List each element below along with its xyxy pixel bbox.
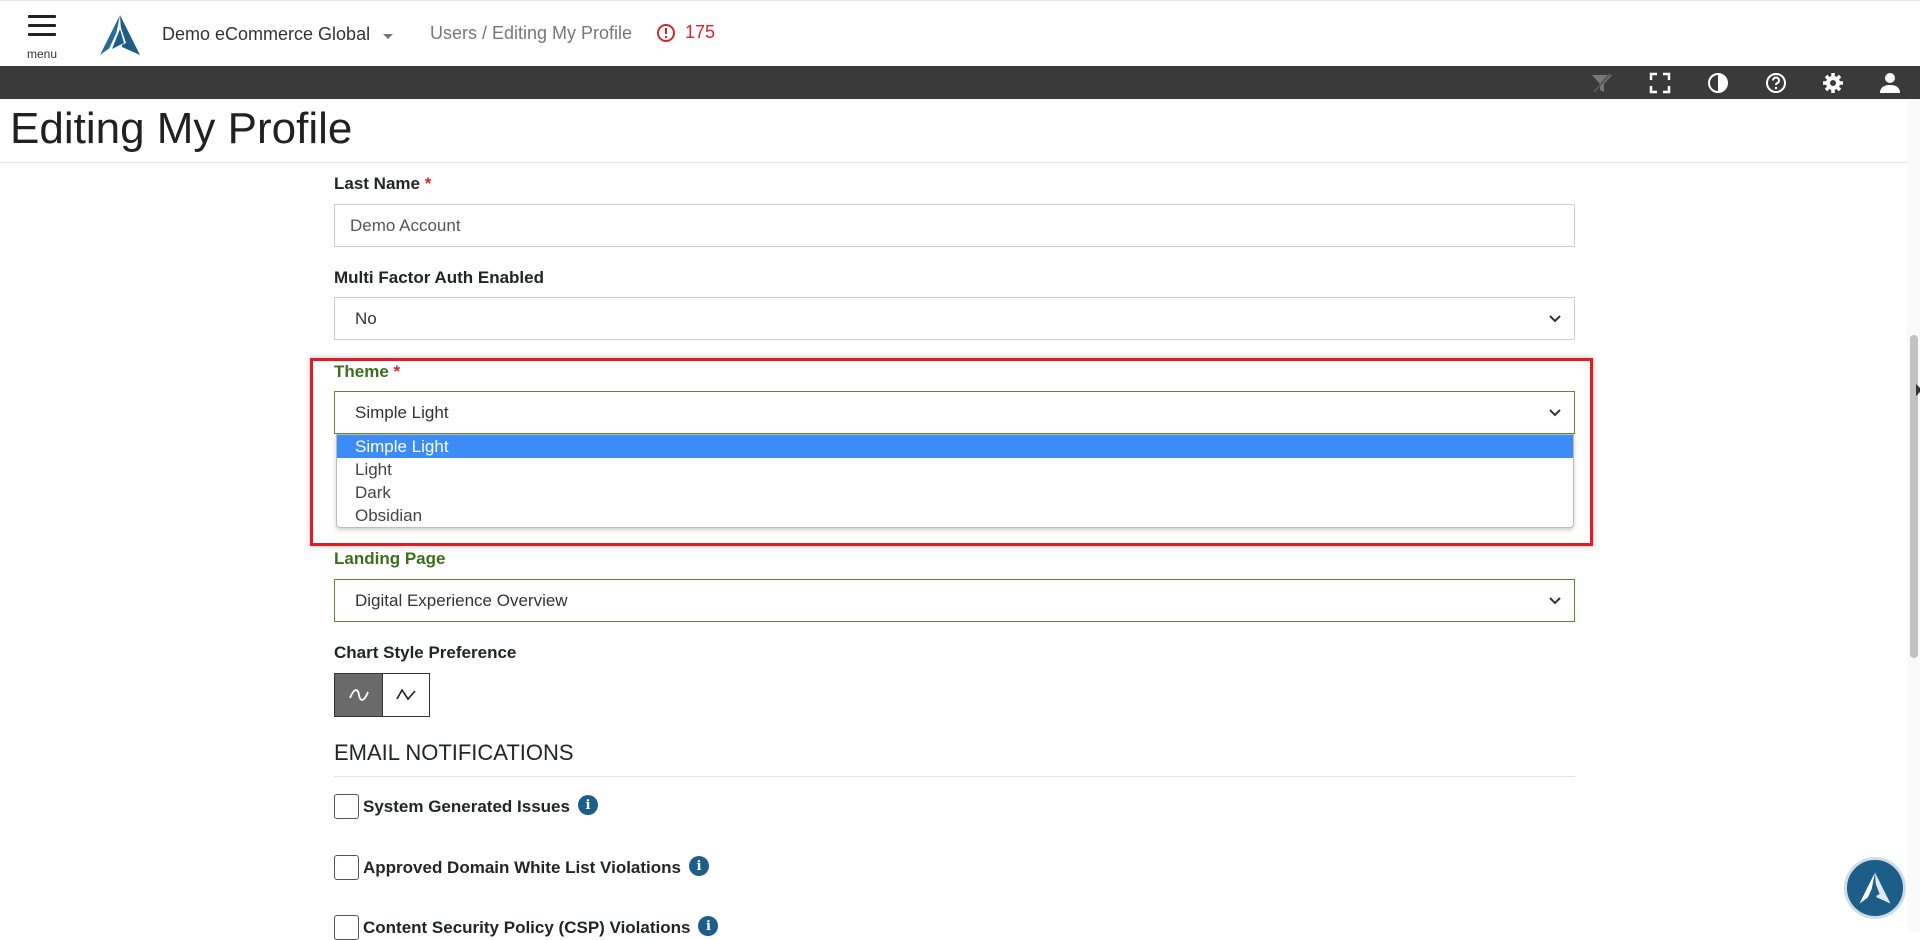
domain-whitelist-checkbox[interactable] xyxy=(334,855,359,880)
notification-label: Content Security Policy (CSP) Violations xyxy=(363,918,691,937)
landing-page-label: Landing Page xyxy=(334,549,446,568)
last-name-label: Last Name * xyxy=(334,174,432,193)
info-icon[interactable]: i xyxy=(698,916,719,936)
theme-option[interactable]: Simple Light xyxy=(337,435,1573,458)
info-icon[interactable]: i xyxy=(577,795,598,815)
page-title: Editing My Profile xyxy=(10,104,353,153)
landing-page-value: Digital Experience Overview xyxy=(355,590,568,610)
section-divider xyxy=(334,776,1575,777)
mfa-select[interactable]: No xyxy=(334,297,1575,340)
notification-row: System Generated Issues i xyxy=(334,794,598,819)
user-icon[interactable] xyxy=(1877,70,1903,96)
caret-down-icon[interactable] xyxy=(381,29,395,43)
chart-style-label: Chart Style Preference xyxy=(334,643,517,662)
last-name-input[interactable]: Demo Account xyxy=(334,204,1575,247)
alert-circle-icon xyxy=(657,23,675,42)
settings-icon[interactable] xyxy=(1820,70,1846,96)
organization-name[interactable]: Demo eCommerce Global xyxy=(162,24,370,45)
breadcrumb: Users / Editing My Profile xyxy=(430,23,633,43)
company-logo[interactable] xyxy=(96,13,144,57)
csp-violations-checkbox[interactable] xyxy=(334,915,359,940)
help-icon[interactable] xyxy=(1763,70,1789,96)
smooth-curve-button[interactable] xyxy=(335,674,382,716)
contrast-icon[interactable] xyxy=(1705,70,1731,96)
theme-option[interactable]: Obsidian xyxy=(337,504,1573,527)
theme-dropdown-list: Simple Light Light Dark Obsidian xyxy=(336,434,1574,528)
system-issues-checkbox[interactable] xyxy=(334,794,359,819)
theme-select-value: Simple Light xyxy=(355,402,449,422)
filter-icon[interactable] xyxy=(1589,70,1615,96)
theme-label: Theme * xyxy=(334,362,401,381)
smooth-curve-icon xyxy=(348,689,369,701)
chevron-down-icon xyxy=(1549,315,1561,323)
mouse-cursor xyxy=(1916,384,1920,396)
theme-select[interactable]: Simple Light xyxy=(334,391,1575,434)
toolbar xyxy=(0,66,1920,99)
title-divider xyxy=(0,162,1920,163)
menu-button[interactable]: menu xyxy=(26,15,58,61)
alert-count: 175 xyxy=(685,22,716,42)
notification-label: System Generated Issues xyxy=(363,797,570,816)
chart-style-toggle xyxy=(334,673,430,717)
required-marker: * xyxy=(424,174,432,193)
company-logo-icon xyxy=(1859,872,1891,904)
mfa-label: Multi Factor Auth Enabled xyxy=(334,268,544,287)
assistant-logo-button[interactable] xyxy=(1844,857,1906,919)
landing-page-select[interactable]: Digital Experience Overview xyxy=(334,579,1575,622)
required-marker: * xyxy=(393,362,401,381)
top-bar: menu Demo eCommerce Global Users / Editi… xyxy=(0,0,1920,66)
fullscreen-icon[interactable] xyxy=(1647,70,1673,96)
alert-badge[interactable]: 175 xyxy=(656,22,715,43)
straight-line-button[interactable] xyxy=(382,674,429,716)
theme-option[interactable]: Light xyxy=(337,458,1573,481)
menu-label: menu xyxy=(26,47,58,61)
chevron-down-icon xyxy=(1549,409,1561,417)
chevron-down-icon xyxy=(1549,597,1561,605)
theme-option[interactable]: Dark xyxy=(337,481,1573,504)
info-icon[interactable]: i xyxy=(689,856,709,876)
notification-row: Approved Domain White List Violations i xyxy=(334,855,709,880)
email-notifications-heading: EMAIL NOTIFICATIONS xyxy=(334,740,574,765)
straight-line-icon xyxy=(396,688,416,701)
mfa-select-value: No xyxy=(355,308,377,328)
notification-label: Approved Domain White List Violations xyxy=(363,858,681,877)
notification-row: Content Security Policy (CSP) Violations… xyxy=(334,915,719,940)
